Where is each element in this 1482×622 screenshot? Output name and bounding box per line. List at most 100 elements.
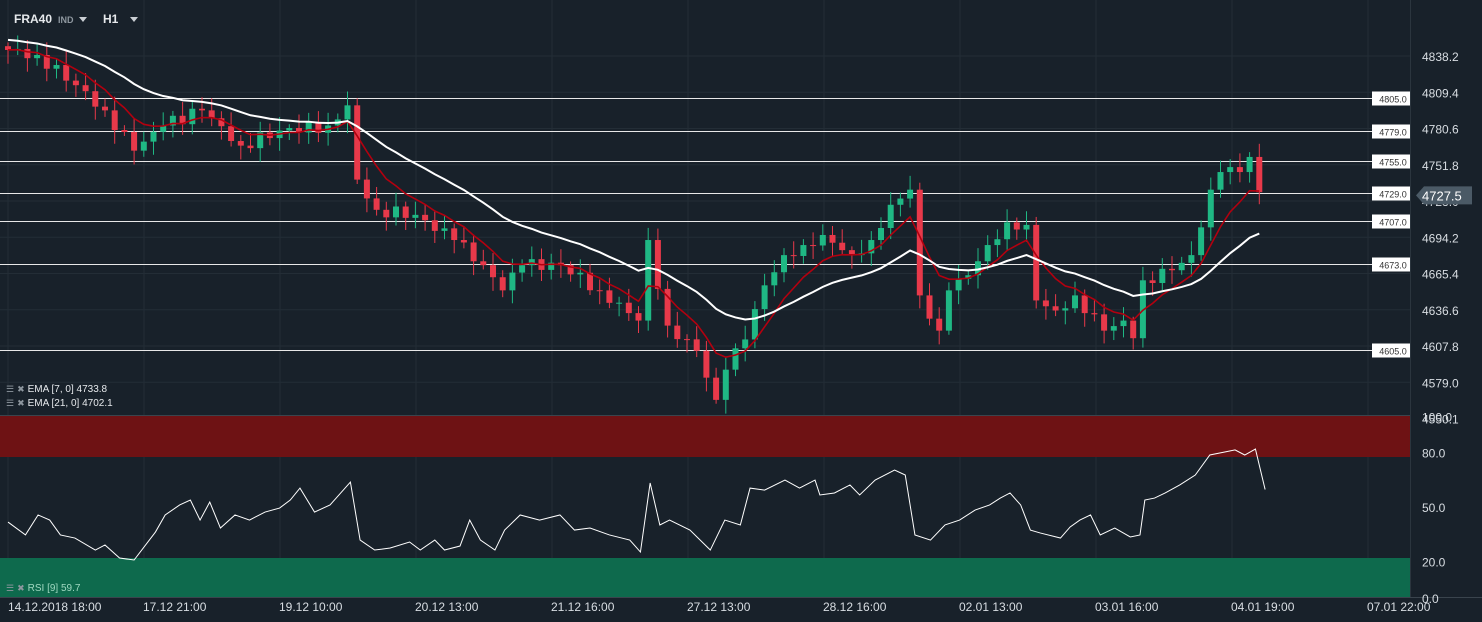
time-tick-label: 07.01 22:00 [1367, 600, 1431, 614]
rsi-tick-label: 50.0 [1422, 501, 1446, 515]
candle-bearish [111, 110, 118, 131]
timeframe-label[interactable]: H1 [103, 12, 118, 26]
rsi-tick-label: 20.0 [1422, 556, 1446, 570]
price-tick-label: 4636.6 [1422, 304, 1459, 318]
candle-bearish [839, 242, 846, 251]
candle-bearish [480, 261, 487, 266]
candle-bearish [363, 179, 370, 199]
candle-bullish [412, 214, 419, 218]
candle-bullish [1227, 167, 1234, 173]
candle-bearish [926, 295, 933, 319]
candle-bearish [829, 234, 836, 243]
price-tick-label: 4579.0 [1422, 376, 1459, 390]
candle-bullish [907, 189, 914, 199]
time-tick-label: 04.01 19:00 [1231, 600, 1295, 614]
rsi-tick-label: 80.0 [1422, 447, 1446, 461]
candle-bullish [887, 204, 894, 228]
candle-bearish [674, 325, 681, 340]
rsi-tick-label: 100.0 [1422, 410, 1452, 424]
candle-bearish [402, 206, 409, 218]
candle-bullish [1207, 189, 1214, 228]
candle-bearish [431, 220, 438, 231]
settings-icon[interactable]: ☰ [6, 583, 14, 594]
time-tick-label: 27.12 13:00 [687, 600, 751, 614]
candle-bearish [1013, 222, 1020, 230]
candle-bullish [955, 278, 962, 291]
candle-bullish [1178, 262, 1185, 271]
price-level-label: 4755.0 [1379, 158, 1407, 168]
price-tick-label: 4665.4 [1422, 268, 1459, 282]
symbol-label[interactable]: FRA40 [14, 12, 52, 26]
ema7-legend: ☰ ✖ EMA [7, 0] 4733.8 [6, 384, 107, 395]
close-icon[interactable]: ✖ [17, 384, 25, 395]
time-tick-label: 20.12 13:00 [415, 600, 479, 614]
candle-bearish [228, 126, 235, 142]
ema7-line [7, 48, 1260, 359]
candle-bullish [1072, 295, 1078, 309]
candle-bearish [354, 105, 361, 180]
settings-icon[interactable]: ☰ [6, 398, 14, 409]
candle-bearish [131, 131, 138, 151]
candle-bearish [1081, 295, 1088, 314]
candle-bullish [732, 348, 739, 370]
price-level-label: 4779.0 [1379, 128, 1407, 138]
price-tick-label: 4838.2 [1422, 50, 1459, 64]
candle-bearish [1169, 268, 1175, 271]
candle-bullish [878, 227, 884, 241]
candle-bullish [897, 198, 904, 205]
instrument-type: IND [58, 15, 74, 25]
close-icon[interactable]: ✖ [17, 583, 25, 594]
candle-bullish [140, 141, 147, 151]
candle-bearish [470, 242, 477, 262]
chart-canvas[interactable]: 4805.0 4779.0 4755.0 4729.0 4707.0 4673.0 4605… [0, 0, 1482, 622]
rsi-oversold-band [0, 558, 1410, 597]
time-tick-label: 28.12 16:00 [823, 600, 887, 614]
current-price-label: 4727.5 [1422, 188, 1462, 203]
price-level-label: 4805.0 [1379, 95, 1407, 105]
symbol-dropdown-chevron-icon[interactable] [79, 17, 87, 22]
time-tick-label: 17.12 21:00 [143, 600, 207, 614]
candle-bearish [72, 80, 79, 86]
candle-bearish [247, 145, 254, 149]
rsi-legend: ☰ ✖ RSI [9] 59.7 [6, 583, 80, 594]
candle-bullish [1062, 308, 1069, 311]
candle-bearish [373, 198, 380, 210]
candle-bullish [1023, 224, 1030, 230]
candle-bearish [936, 318, 943, 331]
time-tick-label: 21.12 16:00 [551, 600, 615, 614]
candle-bullish [751, 309, 758, 340]
close-icon[interactable]: ✖ [17, 398, 25, 409]
candle-bearish [24, 48, 31, 59]
candle-bullish [344, 105, 351, 120]
price-level-label: 4605.0 [1379, 347, 1407, 357]
candle-bullish [1159, 268, 1166, 284]
candle-bearish [693, 339, 700, 351]
candle-bearish [102, 106, 108, 111]
candle-bearish [1042, 300, 1049, 307]
rsi-line [7, 448, 1266, 561]
candle-bullish [1188, 255, 1195, 263]
candle-bearish [1256, 156, 1263, 193]
candle-bearish [1130, 320, 1137, 339]
candle-bearish [713, 377, 720, 400]
candle-bearish [1101, 314, 1108, 331]
candle-bearish [1033, 224, 1040, 301]
candle-bullish [1120, 320, 1127, 327]
price-level-label: 4729.0 [1379, 190, 1407, 200]
timeframe-dropdown-chevron-icon[interactable] [130, 17, 138, 22]
settings-icon[interactable]: ☰ [6, 384, 14, 395]
candle-bearish [422, 214, 429, 221]
candle-bearish [499, 277, 506, 291]
candle-bullish [441, 228, 448, 231]
candle-bullish [722, 369, 729, 400]
candle-bullish [781, 255, 787, 273]
candle-bearish [635, 313, 642, 321]
candle-bullish [1110, 326, 1117, 331]
price-tick-label: 4694.2 [1422, 231, 1459, 245]
candle-bullish [189, 108, 196, 125]
ema21-line [7, 38, 1260, 321]
candle-bullish [286, 128, 293, 131]
price-tick-label: 4751.8 [1422, 159, 1459, 173]
candle-bearish [625, 302, 632, 314]
candle-bullish [509, 272, 516, 291]
